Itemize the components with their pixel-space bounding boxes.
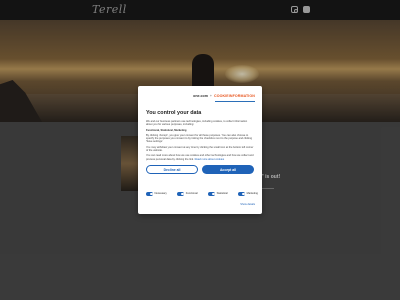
cookie-consent-dialog: one.com + COOKIEINFORMATION You control …	[138, 86, 262, 214]
brand-plus: +	[209, 94, 213, 98]
toggle-necessary[interactable]: Necessary	[146, 192, 167, 196]
toggle-label: Functional	[185, 192, 198, 196]
toggle-label: Necessary	[154, 192, 167, 196]
consent-intro: We and our business partners use technol…	[146, 120, 248, 127]
consent-purposes: Functional, Statistical, Marketing	[146, 128, 187, 132]
accept-all-button[interactable]: Accept all	[202, 165, 254, 174]
toggle-switch[interactable]	[208, 192, 216, 196]
read-more-link[interactable]: Read more about cookies	[195, 158, 225, 161]
consent-withdraw-info: You may withdraw your consent at any tim…	[146, 145, 254, 153]
brand-underline	[215, 101, 255, 102]
decline-all-button[interactable]: Decline all	[146, 165, 198, 174]
consent-accept-info: By clicking 'Accept', you give your cons…	[146, 133, 253, 144]
consent-read-more-info: You can read more about how we use cooki…	[146, 154, 254, 161]
toggle-label: Statistical	[216, 192, 228, 196]
consent-title: You control your data	[146, 110, 202, 116]
toggle-functional[interactable]: Functional	[177, 192, 198, 196]
toggle-switch[interactable]	[146, 192, 153, 196]
toggle-statistical[interactable]: Statistical	[208, 192, 228, 196]
show-details-link[interactable]: Show details	[240, 203, 255, 206]
toggle-switch[interactable]	[238, 192, 246, 196]
toggle-marketing[interactable]: Marketing	[238, 192, 258, 196]
consent-brand: one.com + COOKIEINFORMATION	[193, 94, 255, 98]
consent-body: We and our business partners use technol…	[146, 120, 254, 163]
brand-one-com: one.com	[193, 94, 208, 98]
brand-cookieinformation: COOKIEINFORMATION	[214, 94, 255, 98]
toggle-switch[interactable]	[177, 192, 185, 196]
toggle-label: Marketing	[246, 192, 258, 196]
consent-toggles: Necessary Functional Statistical Marketi…	[146, 192, 258, 196]
